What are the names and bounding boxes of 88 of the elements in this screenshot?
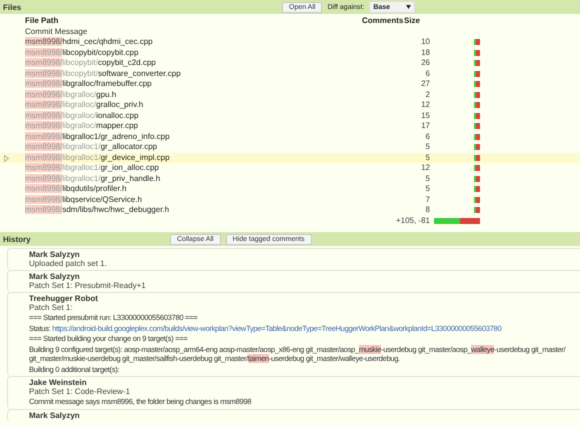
size-bar-icon	[474, 165, 480, 172]
size-value: 18	[420, 48, 430, 58]
size-value: 7	[424, 194, 430, 205]
column-header: File Path	[25, 16, 60, 26]
size-bar-icon	[474, 134, 480, 140]
author-name: Mark Salyzyn	[29, 250, 81, 259]
size-bar-icon	[474, 207, 480, 214]
path-segment[interactable]: mapper.cpp	[96, 121, 138, 130]
path-segment[interactable]: gr_allocator.cpp	[100, 142, 158, 151]
size-bar-icon	[474, 102, 480, 108]
path-segment[interactable]: gr_priv_handle.h	[100, 174, 160, 182]
path-segment[interactable]: hdmi_cec/qhdmi_cec.cpp	[62, 37, 153, 46]
size-value: 10	[420, 37, 430, 48]
file-row[interactable]: msm8998/sdm/libs/hwc/hwc_debugger.h 8	[0, 205, 580, 216]
commit-message-link[interactable]: Commit Message	[25, 26, 88, 37]
file-row[interactable]: msm8998/libcopybit/copybit.cpp 18	[0, 48, 580, 58]
file-row[interactable]: msm8998/libgralloc1/gr_adreno_info.cpp 6	[0, 132, 580, 142]
size-bar-icon	[474, 144, 480, 150]
size-bar-icon	[474, 92, 480, 98]
size-bar-icon	[474, 196, 480, 203]
comment-summary: Patch Set 1: Presubmit-Ready+1	[29, 281, 147, 290]
path-segment[interactable]: gr_device_impl.cpp	[100, 152, 170, 162]
path-segment[interactable]: msm8998/	[25, 37, 62, 46]
path-segment[interactable]: copybit_c2d.cpp	[98, 58, 156, 67]
column-header: Size	[404, 16, 422, 26]
author-name: Mark Salyzyn	[29, 272, 81, 281]
size-bar-icon	[474, 70, 480, 77]
size-bar-icon	[474, 39, 480, 46]
author-name: Jake Weinstein	[29, 378, 88, 387]
triangle-icon	[4, 154, 9, 162]
size-value: 6	[424, 132, 430, 142]
file-row[interactable]: msm8998/libcopybit/copybit_c2d.cpp 26	[0, 58, 580, 68]
column-header: Comments	[362, 16, 404, 26]
size-bar-icon	[474, 81, 480, 88]
file-row[interactable]: msm8998/libqservice/QService.h 7	[0, 194, 580, 205]
file-row[interactable]: msm8998/libgralloc1/gr_priv_handle.h 5	[0, 174, 580, 184]
comment-summary: Patch Set 1:	[29, 303, 74, 312]
size-value: 5	[424, 184, 430, 194]
size-value: 6	[424, 68, 430, 79]
size-value: 17	[420, 121, 430, 132]
file-row[interactable]: msm8998/libgralloc1/gr_device_impl.cpp 5	[0, 152, 580, 163]
path-segment[interactable]: ionalloc.cpp	[96, 110, 138, 120]
size-value: 5	[424, 142, 430, 152]
size-bar-icon	[474, 186, 480, 192]
path-segment[interactable]: libcopybit/copybit.cpp	[62, 48, 138, 56]
path-segment[interactable]: libqservice/QService.h	[62, 194, 142, 204]
path-segment[interactable]: gr_ion_alloc.cpp	[100, 163, 159, 172]
path-segment[interactable]: gpu.h	[96, 90, 116, 98]
file-row[interactable]: msm8998/libgralloc/mapper.cpp 17	[0, 121, 580, 132]
comment-summary: Uploaded patch set 1.	[29, 259, 108, 268]
panel-title: History	[3, 234, 32, 244]
file-row[interactable]: msm8998/libgralloc/gpu.h 2	[0, 90, 580, 100]
path-segment[interactable]: sdm/libs/hwc/hwc_debugger.h	[62, 205, 170, 214]
size-value: 15	[420, 110, 430, 121]
path-segment[interactable]: gralloc_priv.h	[96, 100, 144, 109]
file-row[interactable]: msm8998/libgralloc/ionalloc.cpp 15	[0, 110, 580, 121]
total-size: +105, -81	[394, 216, 430, 226]
file-row[interactable]: msm8998/libgralloc1/gr_ion_alloc.cpp 12	[0, 163, 580, 174]
size-bar-icon	[474, 123, 480, 130]
file-row[interactable]: msm8998/libgralloc/framebuffer.cpp 27	[0, 79, 580, 90]
size-value: 2	[424, 90, 430, 100]
size-value: 27	[420, 79, 430, 90]
file-row[interactable]: msm8998/hdmi_cec/qhdmi_cec.cpp 10	[0, 37, 580, 48]
path-segment[interactable]: libqdutils/profiler.h	[62, 184, 126, 193]
size-bar-icon	[474, 50, 480, 56]
file-row[interactable]: msm8998/libgralloc/gralloc_priv.h 12	[0, 100, 580, 110]
path-segment[interactable]: software_converter.cpp	[98, 68, 181, 78]
author-name: Mark Salyzyn	[29, 410, 81, 420]
size-value: 5	[424, 174, 430, 184]
size-bar-icon	[474, 154, 480, 161]
size-value: 5	[424, 152, 430, 163]
size-value: 26	[420, 58, 430, 68]
panel-title: Files	[3, 2, 22, 12]
path-segment[interactable]: libgralloc/framebuffer.cpp	[62, 79, 152, 88]
size-value: 12	[420, 100, 430, 110]
file-row[interactable]: msm8998/libqdutils/profiler.h 5	[0, 184, 580, 194]
comment-summary: Patch Set 1: Code-Review-1	[29, 387, 131, 396]
author-name: Treehugger Robot	[29, 294, 99, 303]
size-value: 8	[424, 205, 430, 216]
file-row[interactable]: msm8998/libgralloc1/gr_allocator.cpp 5	[0, 142, 580, 152]
caret-icon	[406, 5, 412, 9]
file-row[interactable]: msm8998/libcopybit/software_converter.cpp 6	[0, 68, 580, 79]
size-value: 12	[420, 163, 430, 174]
total-size-bar	[434, 218, 480, 224]
path-segment[interactable]: libgralloc1/gr_adreno_info.cpp	[62, 132, 170, 140]
size-bar-icon	[474, 176, 480, 182]
size-bar-icon	[474, 60, 480, 66]
size-bar-icon	[474, 112, 480, 119]
